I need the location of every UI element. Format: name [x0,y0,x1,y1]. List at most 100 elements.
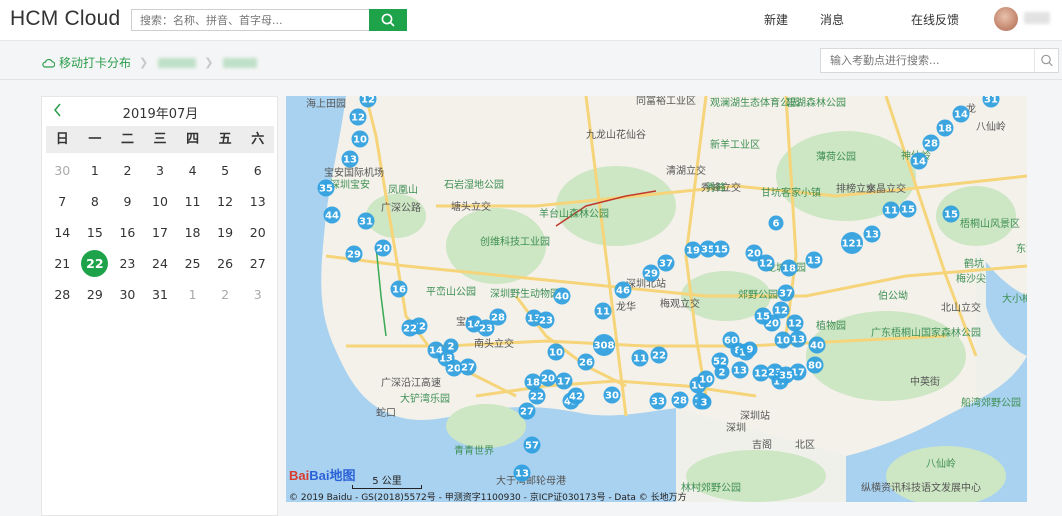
checkpoint-search-input[interactable] [821,49,1030,72]
calendar-day[interactable]: 2 [209,279,242,310]
checkin-marker-count: 14 [954,110,968,121]
nav-messages[interactable]: 消息 [820,11,844,28]
calendar-day[interactable]: 10 [144,186,177,217]
calendar-day[interactable]: 21 [46,248,79,279]
calendar-day[interactable]: 1 [176,279,209,310]
checkin-marker-count: 35 [319,184,333,195]
checkin-marker-count: 28 [673,396,687,407]
user-name-redacted[interactable] [1024,12,1050,24]
calendar-day[interactable]: 28 [46,279,79,310]
calendar-day[interactable]: 7 [46,186,79,217]
calendar-day[interactable]: 3 [144,155,177,186]
map-place-label: 甘坑客家小镇 [761,186,821,199]
calendar-day[interactable]: 14 [46,217,79,248]
checkin-marker-count: 44 [325,211,339,222]
map-place-label: 海上田园 [306,97,346,110]
calendar-day[interactable]: 31 [144,279,177,310]
checkin-marker-count: 28 [924,139,938,150]
map-place-label: 鹤坑 [964,257,984,270]
search-icon [1041,54,1053,67]
global-search-button[interactable] [369,9,407,31]
calendar-day[interactable]: 27 [241,248,274,279]
calendar-day[interactable]: 26 [209,248,242,279]
calendar-day[interactable]: 4 [176,155,209,186]
calendar-day[interactable]: 13 [241,186,274,217]
calendar-day[interactable]: 18 [176,217,209,248]
calendar-day[interactable]: 30 [46,155,79,186]
breadcrumb-item-redacted[interactable] [158,57,197,68]
map-place-label: 深圳宝安 [330,178,370,191]
checkin-marker-count: 121 [842,239,863,250]
map-view[interactable]: 海上田园 宝安国际机场 深圳宝安 凤凰山 石岩湿地公园 塘头立交 羊台山森林公园 清湖立交 秀峰… [286,96,1027,502]
baidu-map-logo: BaiBai地图 [289,468,356,483]
calendar-day[interactable]: 19 [209,217,242,248]
map-place-label: 创维科技工业园 [480,235,550,248]
checkin-marker-count: 13 [515,469,529,480]
checkin-marker-count: 40 [810,341,824,352]
checkin-marker-count: 37 [779,289,793,300]
checkin-marker-count: 3 [701,398,708,409]
map-place-label: 石岩湿地公园 [444,178,504,191]
checkin-marker-count: 20 [447,364,461,375]
breadcrumb-title[interactable]: 移动打卡分布 [59,54,131,71]
calendar-day[interactable]: 16 [111,217,144,248]
map-place-label: 广东梧桐山国家森林公园 [871,326,981,339]
checkin-marker-count: 10 [776,336,790,347]
calendar-day[interactable]: 8 [79,186,112,217]
calendar-day[interactable]: 11 [176,186,209,217]
calendar-prev-button[interactable] [50,102,66,118]
checkin-marker-count: 35 [779,371,793,382]
nav-feedback[interactable]: 在线反馈 [911,11,959,28]
calendar-day[interactable]: 23 [111,248,144,279]
checkin-marker-count: 20 [541,374,555,385]
map-place-label: 广深沿江高速 [381,376,441,389]
checkin-marker-count: 12 [788,319,802,330]
calendar-day[interactable]: 17 [144,217,177,248]
map-place-label: 龙华 [616,300,636,313]
calendar-day[interactable]: 20 [241,217,274,248]
calendar-day[interactable]: 30 [111,279,144,310]
chevron-left-icon [54,103,61,117]
breadcrumb: 移动打卡分布 ❯ ❯ [42,54,258,71]
calendar-day[interactable]: 22 [79,248,112,279]
calendar-day[interactable]: 24 [144,248,177,279]
calendar-day[interactable]: 29 [79,279,112,310]
map-scale-bar [352,485,422,489]
checkin-marker-count: 18 [526,378,540,389]
map-place-label: 大小梅沙 [1002,292,1027,305]
checkin-marker-count: 57 [525,441,539,452]
calendar-day[interactable]: 6 [241,155,274,186]
weekday-label: 五 [218,132,232,147]
checkin-marker-count: 23 [539,316,553,327]
calendar-day[interactable]: 5 [209,155,242,186]
nav-new[interactable]: 新建 [764,11,788,28]
calendar-day[interactable]: 2 [111,155,144,186]
map-place-label: 塘头立交 [451,200,491,213]
map-place-label: 清湖立交 [666,164,706,177]
app-brand[interactable]: HCM Cloud [10,7,120,31]
map-place-label: 水晶立交 [866,182,906,195]
calendar-day[interactable]: 12 [209,186,242,217]
checkpoint-search [820,48,1059,73]
avatar[interactable] [994,7,1018,31]
checkin-marker-count: 9 [747,345,754,356]
checkin-marker-count: 13 [865,230,879,241]
global-search-input[interactable] [131,9,374,31]
map-place-label: 碧湖森林公园 [786,96,846,109]
calendar-day[interactable]: 15 [79,217,112,248]
checkpoint-search-button[interactable] [1034,49,1059,72]
weekday-label: 三 [153,132,167,147]
checkin-marker-count: 23 [479,324,493,335]
calendar-day[interactable]: 25 [176,248,209,279]
map-canvas[interactable]: 海上田园宝安国际机场深圳宝安 凤凰山 石岩湿地公园塘头立交羊台山森林公园 清湖立交秀峰… [286,96,1027,502]
breadcrumb-separator: ❯ [139,56,149,69]
breadcrumb-item-redacted[interactable] [223,57,258,68]
calendar-day[interactable]: 3 [241,279,274,310]
checkin-marker-count: 13 [791,335,805,346]
checkin-marker-count: 14 [429,346,443,357]
checkin-marker-count: 20 [376,244,390,255]
calendar-day[interactable]: 9 [111,186,144,217]
checkin-marker-count: 6 [773,219,780,230]
weekday-label: 日 [55,132,69,147]
calendar-day[interactable]: 1 [79,155,112,186]
